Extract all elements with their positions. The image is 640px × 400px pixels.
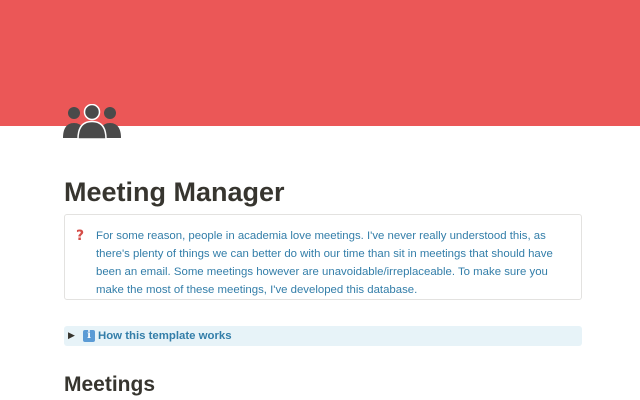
page-title[interactable]: Meeting Manager [64,174,285,210]
people-group-icon-svg [63,103,121,140]
callout-block[interactable]: ? For some reason, people in academia lo… [64,214,582,300]
people-group-icon[interactable] [62,103,122,140]
question-mark-icon[interactable]: ? [76,228,84,244]
information-icon: i [83,330,95,342]
notion-page: Meeting Manager ? For some reason, peopl… [0,0,640,400]
callout-text[interactable]: For some reason, people in academia love… [96,227,576,299]
meetings-heading: Meetings [64,373,156,396]
toggle-how-template-works[interactable]: ▶ i How this template works [64,326,582,346]
toggle-label[interactable]: How this template works [98,329,232,343]
triangle-right-icon[interactable]: ▶ [68,330,75,342]
